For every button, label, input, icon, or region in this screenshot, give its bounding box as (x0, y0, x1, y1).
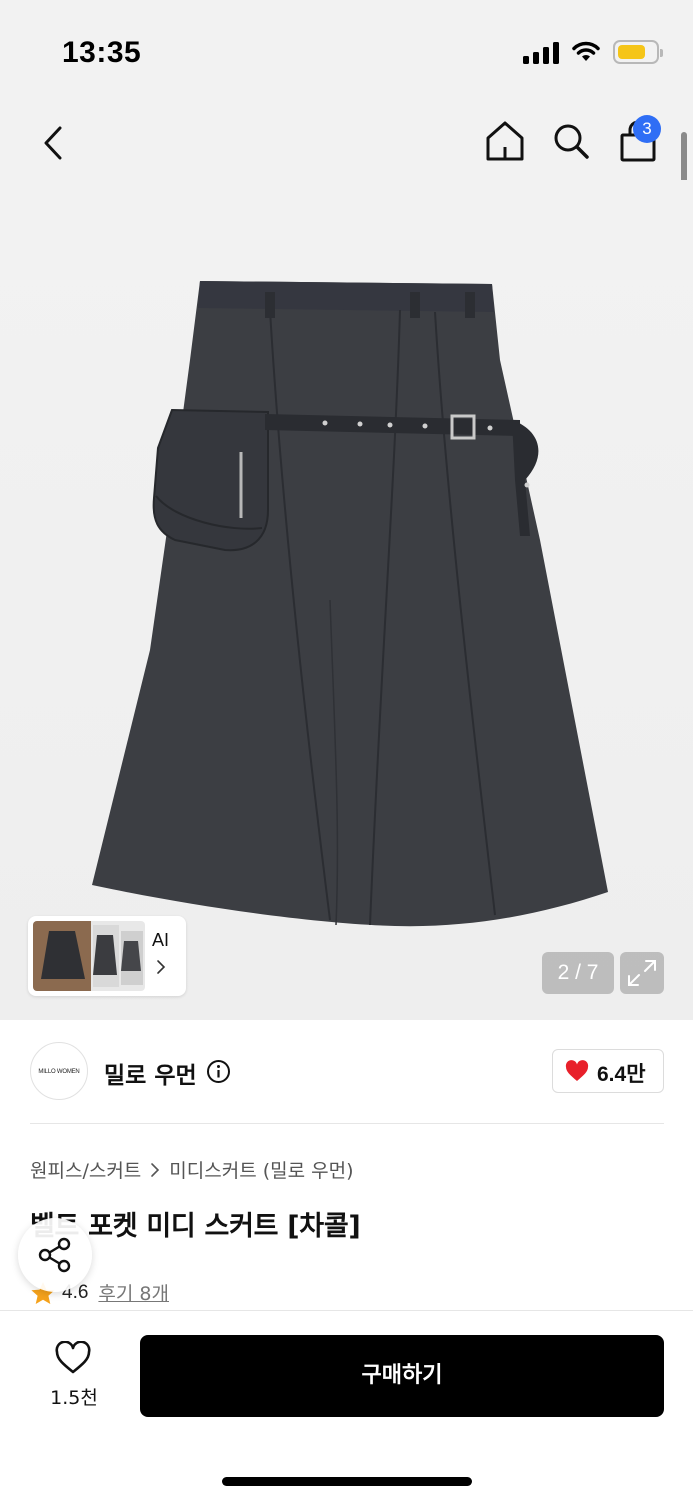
search-icon[interactable] (548, 116, 594, 166)
back-arrow-icon[interactable] (34, 118, 74, 168)
breadcrumb-item-subcategory[interactable]: 미디스커트 (밀로 우먼) (169, 1156, 353, 1183)
brand-logo[interactable]: MILLO WOMEN (30, 1042, 88, 1100)
review-count-link[interactable]: 후기 8개 (98, 1279, 169, 1306)
share-button[interactable] (18, 1218, 92, 1292)
divider (30, 1123, 664, 1124)
share-icon (38, 1237, 71, 1273)
info-icon[interactable] (206, 1059, 231, 1084)
wish-count: 1.5천 (50, 1387, 98, 1409)
wifi-icon (572, 41, 600, 61)
brand-like-count: 6.4만 (597, 1063, 646, 1086)
status-time: 13:35 (62, 36, 142, 69)
brand-like-button[interactable]: 6.4만 (552, 1049, 664, 1093)
chevron-right-icon (157, 960, 166, 974)
expand-image-button[interactable] (620, 952, 664, 994)
status-bar: 13:35 (0, 0, 693, 108)
cellular-signal-icon (523, 40, 559, 64)
image-counter: 2 / 7 (542, 952, 614, 994)
cart-count-badge: 3 (633, 115, 661, 143)
breadcrumb-item-category[interactable]: 원피스/스커트 (30, 1156, 141, 1183)
battery-icon (613, 40, 663, 64)
status-icons (523, 40, 663, 64)
bottom-action-bar: 1.5천 구매하기 (0, 1310, 693, 1500)
brand-row: MILLO WOMEN 밀로 우먼 6.4만 (30, 1040, 664, 1104)
home-indicator (222, 1477, 472, 1486)
breadcrumb: 원피스/스커트 미디스커트 (밀로 우먼) (30, 1156, 354, 1183)
product-image (92, 281, 608, 927)
ai-thumbnail-image (33, 921, 145, 991)
heart-filled-icon (565, 1060, 589, 1081)
chevron-right-icon (151, 1162, 160, 1177)
expand-icon (628, 960, 656, 986)
buy-button[interactable]: 구매하기 (140, 1335, 664, 1417)
home-icon[interactable] (482, 116, 528, 166)
cart-button[interactable]: 3 (614, 115, 664, 166)
brand-name[interactable]: 밀로 우먼 (104, 1056, 197, 1090)
heart-outline-icon[interactable] (54, 1341, 92, 1375)
ai-label: AI (152, 930, 170, 950)
ai-styling-thumbnail[interactable]: AI (28, 916, 186, 996)
product-image-gallery[interactable]: AI 2 / 7 (0, 180, 693, 1020)
top-navigation: 3 (0, 108, 693, 180)
